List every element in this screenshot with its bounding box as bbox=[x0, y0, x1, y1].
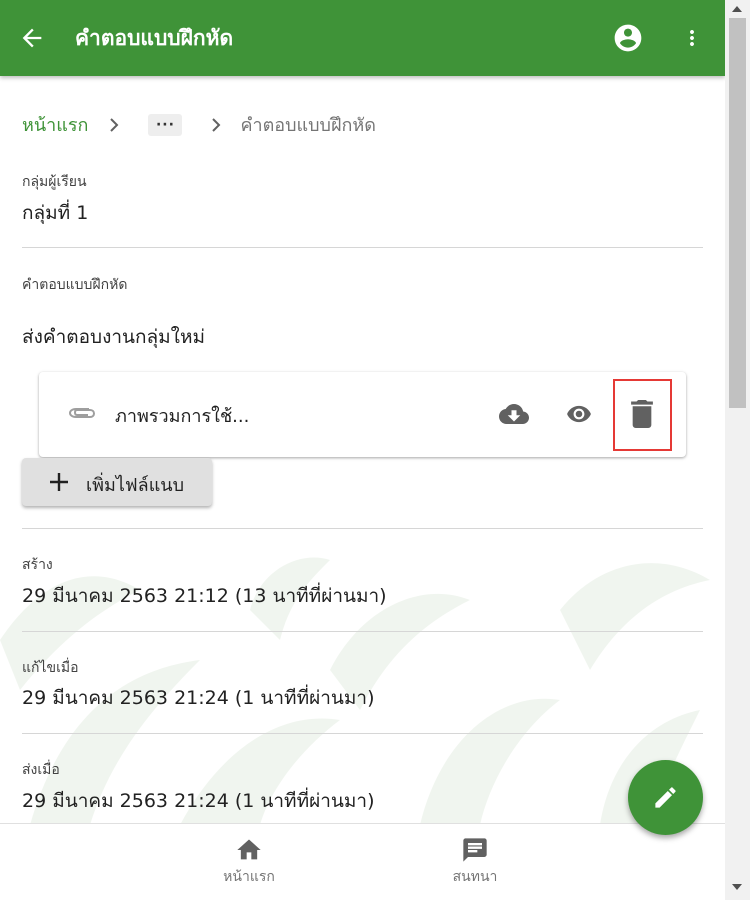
edited-value: 29 มีนาคม 2563 21:24 (1 นาทีที่ผ่านมา) bbox=[22, 687, 375, 709]
add-attachment-label: เพิ่มไฟล์แนบ bbox=[86, 475, 185, 496]
divider bbox=[22, 247, 703, 248]
chevron-right-icon bbox=[212, 117, 221, 132]
nav-item-chat[interactable]: สนทนา bbox=[415, 836, 535, 888]
edited-label: แก้ไขเมื่อ bbox=[22, 660, 79, 676]
foliage-background bbox=[0, 557, 710, 825]
answer-label: คำตอบแบบฝึกหัด bbox=[22, 277, 128, 293]
nav-item-label: หน้าแรก bbox=[223, 869, 275, 885]
submitted-label: ส่งเมื่อ bbox=[22, 762, 60, 778]
breadcrumb-home-link[interactable]: หน้าแรก bbox=[22, 110, 88, 139]
pencil-icon bbox=[655, 787, 676, 808]
scroll-down-arrow-icon[interactable] bbox=[732, 884, 742, 890]
plus-icon bbox=[50, 473, 68, 491]
breadcrumb-ellipsis-button[interactable]: ··· bbox=[148, 113, 183, 136]
trash-icon[interactable] bbox=[631, 400, 653, 428]
created-label: สร้าง bbox=[22, 557, 53, 573]
answer-value: ส่งคำตอบงานกลุ่มใหม่ bbox=[22, 326, 205, 348]
breadcrumb: หน้าแรก ··· คำตอบแบบฝึกหัด bbox=[22, 110, 376, 139]
created-value: 29 มีนาคม 2563 21:12 (13 นาทีที่ผ่านมา) bbox=[22, 585, 387, 607]
chat-icon bbox=[463, 838, 487, 862]
paperclip-icon bbox=[68, 408, 96, 418]
add-attachment-button[interactable]: เพิ่มไฟล์แนบ bbox=[22, 458, 212, 506]
group-value: กลุ่มที่ 1 bbox=[22, 202, 89, 224]
chevron-right-icon bbox=[110, 117, 119, 132]
cloud-download-icon[interactable] bbox=[497, 399, 531, 429]
top-app-bar: คำตอบแบบฝึกหัด bbox=[0, 0, 725, 76]
divider bbox=[22, 528, 703, 529]
attachment-filename[interactable]: ภาพรวมการใช้... bbox=[115, 401, 249, 430]
back-arrow-icon[interactable] bbox=[18, 24, 46, 52]
scroll-up-arrow-icon[interactable] bbox=[732, 6, 742, 12]
attachment-card: ภาพรวมการใช้... bbox=[39, 372, 686, 457]
breadcrumb-current: คำตอบแบบฝึกหัด bbox=[240, 115, 376, 136]
nav-item-label: สนทนา bbox=[452, 869, 498, 885]
eye-icon[interactable] bbox=[563, 401, 595, 427]
divider bbox=[22, 631, 703, 632]
group-label: กลุ่มผู้เรียน bbox=[22, 174, 87, 190]
submitted-value: 29 มีนาคม 2563 21:24 (1 นาทีที่ผ่านมา) bbox=[22, 790, 375, 812]
bottom-navigation: หน้าแรก สนทนา bbox=[0, 823, 725, 900]
scrollbar-thumb[interactable] bbox=[729, 18, 746, 408]
page-title: คำตอบแบบฝึกหัด bbox=[75, 26, 234, 50]
nav-item-home[interactable]: หน้าแรก bbox=[189, 836, 309, 888]
more-vert-icon[interactable] bbox=[680, 24, 704, 52]
account-circle-icon[interactable] bbox=[612, 22, 644, 54]
scrollbar[interactable] bbox=[725, 0, 750, 900]
divider bbox=[22, 733, 703, 734]
home-icon bbox=[237, 839, 261, 860]
edit-fab-button[interactable] bbox=[628, 760, 703, 835]
